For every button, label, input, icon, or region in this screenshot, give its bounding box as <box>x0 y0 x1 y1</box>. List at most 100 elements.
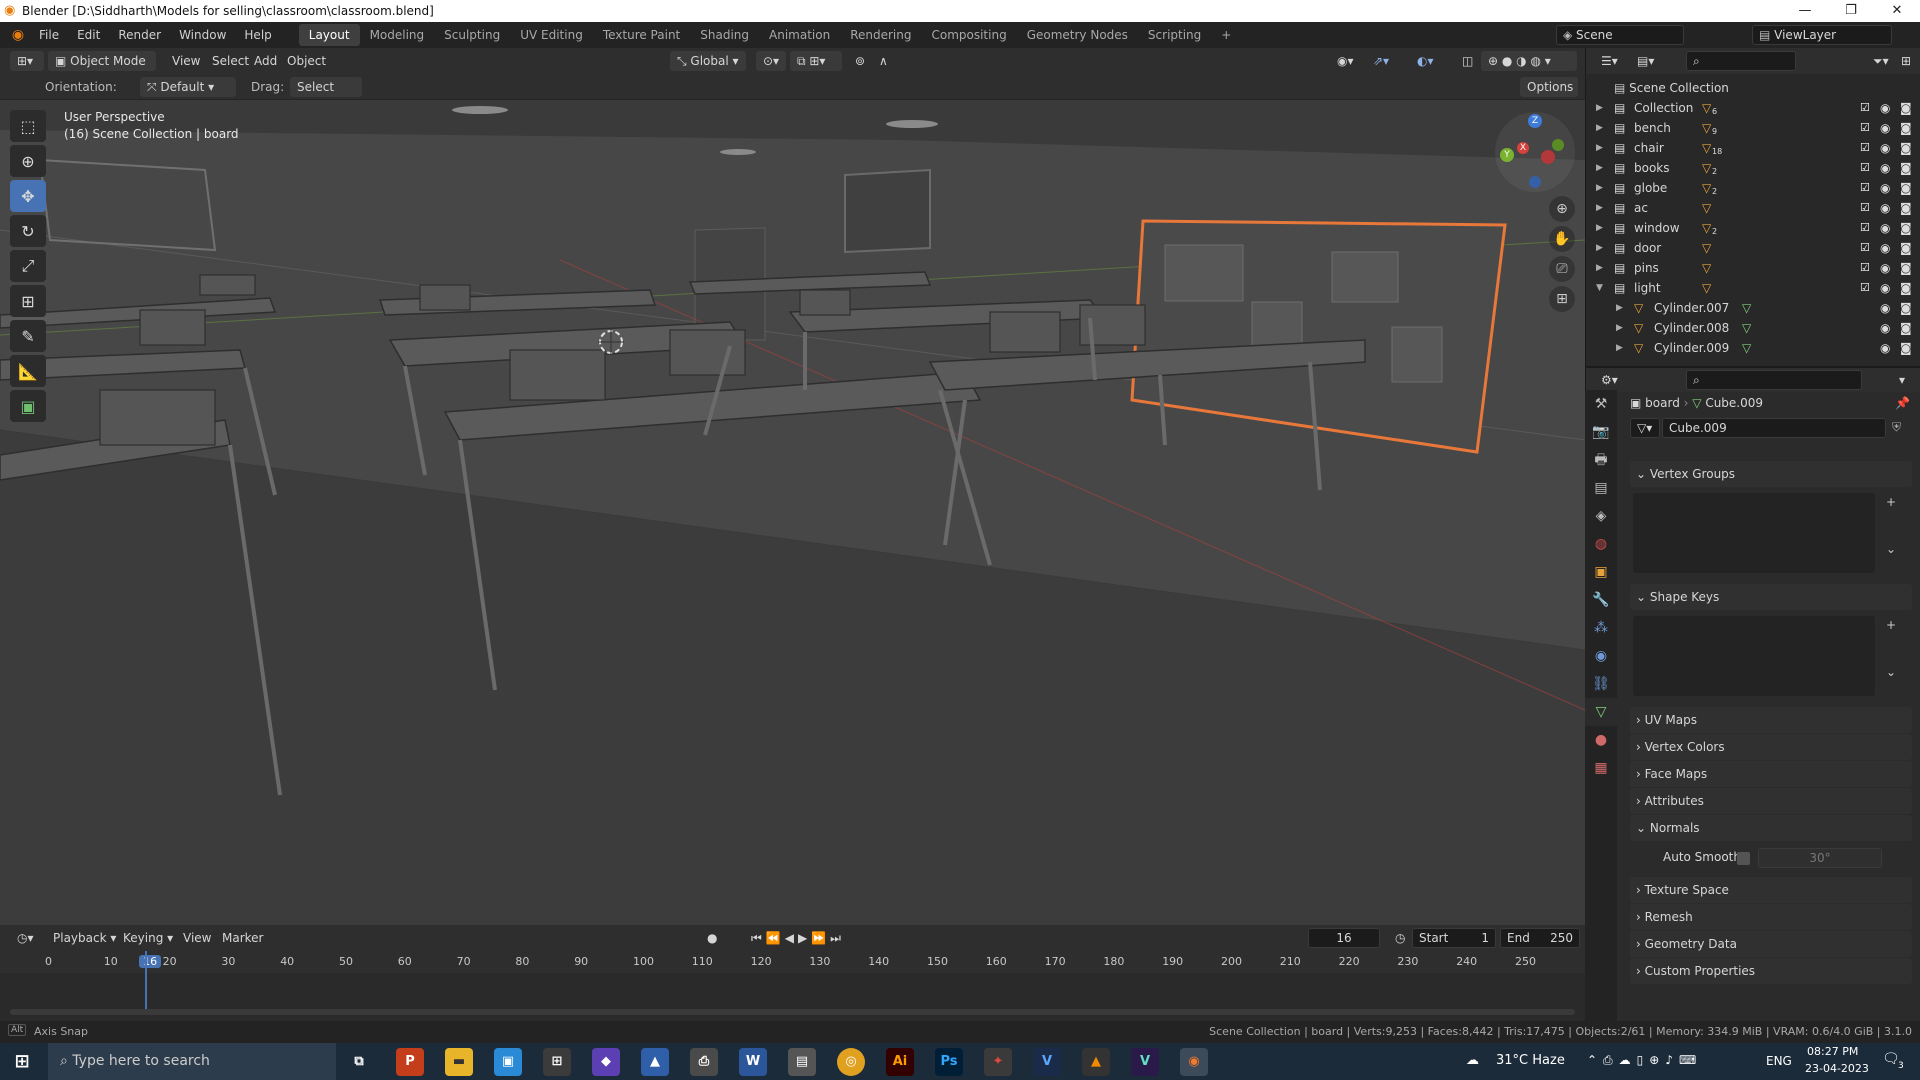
current-frame-field[interactable]: 16 <box>1308 928 1380 948</box>
panel-uv-maps[interactable]: › UV Maps <box>1630 707 1912 733</box>
expand-right-icon[interactable]: ▶ <box>1596 218 1603 238</box>
checkbox-icon[interactable]: ☑ <box>1860 198 1870 218</box>
blender-menu-icon[interactable]: ◉ <box>6 22 30 48</box>
zoom-icon[interactable]: ⊕ <box>1549 196 1575 222</box>
particles-tab-icon[interactable]: ⁂ <box>1585 614 1617 642</box>
app5-icon[interactable]: ▤ <box>788 1048 816 1076</box>
outliner-row[interactable]: ▶ ▤ Collection ▽ 6 ☑ ◉ ◙ <box>1586 98 1920 118</box>
expand-down-icon[interactable]: ▼ <box>1596 278 1603 298</box>
app6-icon[interactable]: ✦ <box>984 1048 1012 1076</box>
gizmo-x[interactable]: X <box>1517 142 1529 154</box>
clock-time[interactable]: 08:27 PM <box>1807 1045 1858 1058</box>
filter-icon[interactable]: ⏷▾ <box>1866 51 1892 71</box>
expand-right-icon[interactable]: ▶ <box>1596 258 1603 278</box>
pivot-point-icon[interactable]: ⊙▾ <box>756 51 786 71</box>
camera-render-icon[interactable]: ◙ <box>1900 138 1912 158</box>
transform-tool-icon[interactable]: ⊞ <box>10 285 46 317</box>
scale-icon[interactable]: ⤢ <box>10 250 46 282</box>
tab-shading[interactable]: Shading <box>690 24 759 46</box>
outliner-row[interactable]: ▶ ▤ pins ▽ ☑ ◉ ◙ <box>1586 258 1920 278</box>
expand-right-icon[interactable]: ▶ <box>1596 238 1603 258</box>
options-dropdown[interactable]: Options ▾ <box>1520 77 1578 114</box>
vlc-icon[interactable]: ▲ <box>1082 1048 1110 1076</box>
shading-modes[interactable]: ⊕ ● ◑ ◍ ▾ <box>1481 51 1577 71</box>
physics-tab-icon[interactable]: ◉ <box>1585 642 1617 670</box>
eye-icon[interactable]: ◉ <box>1880 258 1890 278</box>
panel-geometry-data[interactable]: › Geometry Data <box>1630 931 1912 957</box>
taskbar-search-input[interactable]: ⌕ Type here to search <box>48 1043 336 1080</box>
tab-rendering[interactable]: Rendering <box>840 24 921 46</box>
menu-file[interactable]: File <box>30 28 68 42</box>
add-cube-icon[interactable]: ▣ <box>10 390 46 422</box>
maximize-button[interactable]: ❐ <box>1828 0 1874 22</box>
panel-attributes[interactable]: › Attributes <box>1630 788 1912 814</box>
outliner-row[interactable]: ▶ ▤ ac ▽ ☑ ◉ ◙ <box>1586 198 1920 218</box>
tab-texture-paint[interactable]: Texture Paint <box>593 24 690 46</box>
display-mode-icon[interactable]: ▤▾ <box>1630 51 1662 71</box>
app2-icon[interactable]: ◆ <box>592 1048 620 1076</box>
menu-playback[interactable]: Playback ▾ <box>46 928 123 948</box>
output-tab-icon[interactable]: 🖶 <box>1585 446 1617 474</box>
outliner-row[interactable]: ▶ ▽ Cylinder.009 ▽ ◉ ◙ <box>1586 338 1920 358</box>
photoshop-icon[interactable]: Ps <box>935 1048 963 1076</box>
outliner-row[interactable]: ▶ ▽ Cylinder.007 ▽ ◉ ◙ <box>1586 298 1920 318</box>
file-explorer-icon[interactable]: ▬ <box>445 1048 473 1076</box>
auto-smooth-angle-field[interactable]: 30° <box>1758 848 1882 868</box>
word-icon[interactable]: W <box>739 1048 767 1076</box>
falloff-icon[interactable]: ∧ <box>872 51 896 71</box>
object-tab-icon[interactable]: ▣ <box>1585 558 1617 586</box>
proportional-edit-icon[interactable]: ⊚ <box>848 51 872 71</box>
eye-icon[interactable]: ◉ <box>1880 318 1890 338</box>
gizmo-neg-x[interactable] <box>1541 150 1555 164</box>
chrome-icon[interactable]: ◎ <box>837 1048 865 1076</box>
view-layer-tab-icon[interactable]: ▤ <box>1585 474 1617 502</box>
eye-icon[interactable]: ◉ <box>1880 198 1890 218</box>
tab-compositing[interactable]: Compositing <box>921 24 1016 46</box>
vertex-groups-menu-icon[interactable]: ⌄ <box>1886 542 1896 556</box>
texture-tab-icon[interactable]: ▦ <box>1585 754 1617 782</box>
gizmo-icon[interactable]: ⇗▾ <box>1366 51 1398 71</box>
tray-icons[interactable]: ⌃⎙☁▯⊕♪⌨ <box>1587 1053 1702 1068</box>
tab-geometry-nodes[interactable]: Geometry Nodes <box>1017 24 1138 46</box>
gizmo-neg-z[interactable] <box>1529 176 1541 188</box>
modifier-tab-icon[interactable]: 🔧 <box>1585 586 1617 614</box>
mesh-name-field[interactable]: Cube.009 <box>1662 418 1886 438</box>
outliner-row[interactable]: ▶ ▤ window ▽ 2 ☑ ◉ ◙ <box>1586 218 1920 238</box>
windows-start-icon[interactable]: ⊞ <box>8 1048 36 1076</box>
eye-icon[interactable]: ◉ <box>1880 98 1890 118</box>
start-frame-field[interactable]: Start 1 <box>1412 928 1496 948</box>
cursor-icon[interactable]: ⊕ <box>10 145 46 177</box>
timeline-scrollbar[interactable] <box>10 1009 1575 1015</box>
pan-icon[interactable]: ✋ <box>1549 226 1575 252</box>
camera-render-icon[interactable]: ◙ <box>1900 338 1912 358</box>
checkbox-icon[interactable]: ☑ <box>1860 158 1870 178</box>
visibility-icon[interactable]: ◉▾ <box>1330 51 1362 71</box>
menu-window[interactable]: Window <box>170 28 235 42</box>
camera-render-icon[interactable]: ◙ <box>1900 298 1912 318</box>
expand-right-icon[interactable]: ▶ <box>1596 98 1603 118</box>
new-collection-icon[interactable]: ⊞ <box>1894 51 1918 71</box>
rotate-icon[interactable]: ↻ <box>10 215 46 247</box>
timeline-area[interactable]: 0 10 16 20 30 40 50 60 70 80 90 100 110 120 130 140 150 1… <box>0 951 1585 1021</box>
eye-icon[interactable]: ◉ <box>1880 298 1890 318</box>
navigation-gizmo[interactable]: Z X Y <box>1495 112 1575 192</box>
expand-right-icon[interactable]: ▶ <box>1616 298 1623 318</box>
app3-icon[interactable]: ▲ <box>641 1048 669 1076</box>
add-shape-key-icon[interactable]: + <box>1886 618 1896 632</box>
fake-user-icon[interactable]: ⛨ <box>1892 420 1901 435</box>
shape-keys-menu-icon[interactable]: ⌄ <box>1886 665 1896 679</box>
world-tab-icon[interactable]: ◍ <box>1585 530 1617 558</box>
outliner-row[interactable]: ▶ ▤ globe ▽ 2 ☑ ◉ ◙ <box>1586 178 1920 198</box>
shape-keys-list[interactable] <box>1633 616 1875 696</box>
eye-icon[interactable]: ◉ <box>1880 178 1890 198</box>
panel-custom-properties[interactable]: › Custom Properties <box>1630 958 1912 984</box>
snap-icon[interactable]: ⧉ ⊞▾ <box>790 51 842 71</box>
outliner-row[interactable]: ▶ ▤ chair ▽ 18 ☑ ◉ ◙ <box>1586 138 1920 158</box>
eye-icon[interactable]: ◉ <box>1880 158 1890 178</box>
store-icon[interactable]: ⊞ <box>543 1048 571 1076</box>
app-icon[interactable]: ▣ <box>494 1048 522 1076</box>
panel-face-maps[interactable]: › Face Maps <box>1630 761 1912 787</box>
close-button[interactable]: ✕ <box>1874 0 1920 22</box>
language-indicator[interactable]: ENG <box>1766 1054 1792 1068</box>
auto-smooth-checkbox[interactable] <box>1737 852 1750 865</box>
